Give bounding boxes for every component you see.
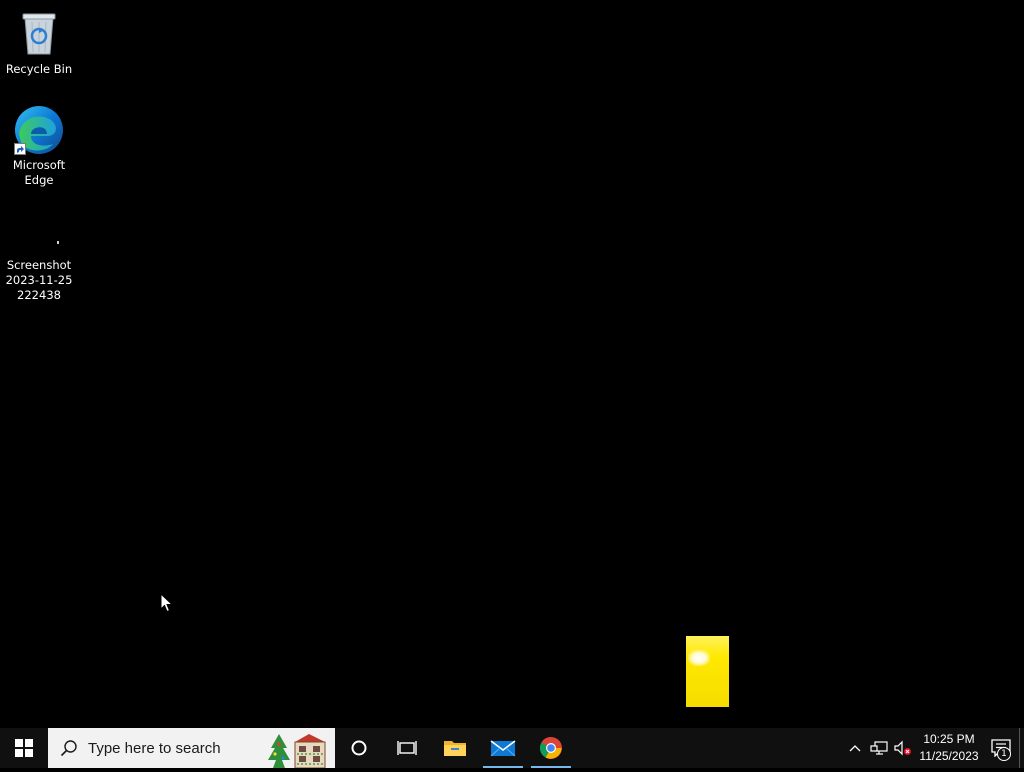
- network-button[interactable]: [867, 728, 891, 768]
- desktop-icon-edge[interactable]: Microsoft Edge: [1, 104, 77, 188]
- desktop[interactable]: Recycle Bin Microsoft Edge Screenshot 20…: [0, 0, 1024, 728]
- shortcut-arrow-icon: [14, 143, 26, 155]
- taskbar-clock[interactable]: 10:25 PM 11/25/2023: [915, 731, 983, 765]
- search-highlight-illustration: [265, 732, 329, 769]
- volume-button[interactable]: [891, 728, 915, 768]
- task-view-button[interactable]: [383, 728, 431, 768]
- image-file-icon: [13, 204, 65, 256]
- task-view-icon: [397, 741, 417, 755]
- show-hidden-icons-button[interactable]: [843, 728, 867, 768]
- desktop-icon-screenshot[interactable]: Screenshot 2023-11-25 222438: [1, 204, 77, 303]
- edge-icon: [13, 104, 65, 156]
- search-placeholder: Type here to search: [88, 739, 221, 757]
- mail-button[interactable]: [479, 728, 527, 768]
- highlight-shine: [688, 650, 710, 666]
- taskbar-search-box[interactable]: Type here to search: [48, 728, 335, 769]
- windows-logo-icon: [15, 739, 33, 757]
- file-explorer-button[interactable]: [431, 728, 479, 768]
- network-wired-icon: [870, 741, 888, 755]
- search-icon: [60, 740, 77, 757]
- system-tray: 10:25 PM 11/25/2023 1: [843, 728, 1024, 768]
- desktop-icon-recycle-bin[interactable]: Recycle Bin: [1, 8, 77, 77]
- cortana-circle-icon: [351, 740, 367, 756]
- desktop-icon-label: Recycle Bin: [5, 62, 73, 76]
- mouse-pointer-icon: [160, 592, 174, 617]
- volume-muted-icon: [894, 740, 911, 756]
- chrome-button[interactable]: [527, 728, 575, 768]
- clock-date: 11/25/2023: [919, 749, 979, 763]
- chevron-up-icon: [849, 745, 861, 752]
- recycle-bin-icon: [13, 8, 65, 60]
- notification-count-badge: 1: [997, 747, 1011, 761]
- chrome-icon: [540, 737, 562, 759]
- clock-time: 10:25 PM: [923, 732, 975, 746]
- action-center-button[interactable]: 1: [983, 728, 1019, 768]
- folder-icon: [444, 741, 466, 756]
- cortana-button[interactable]: [335, 728, 383, 768]
- show-desktop-button[interactable]: [1019, 728, 1024, 768]
- desktop-icon-label: Microsoft Edge: [12, 158, 66, 187]
- yellow-highlight-window: [686, 636, 729, 707]
- taskbar: Type here to search 10:25 PM 11/25/2023 …: [0, 728, 1024, 769]
- start-button[interactable]: [0, 728, 48, 768]
- desktop-icon-label: Screenshot 2023-11-25 222438: [5, 258, 73, 302]
- mail-icon: [490, 740, 516, 757]
